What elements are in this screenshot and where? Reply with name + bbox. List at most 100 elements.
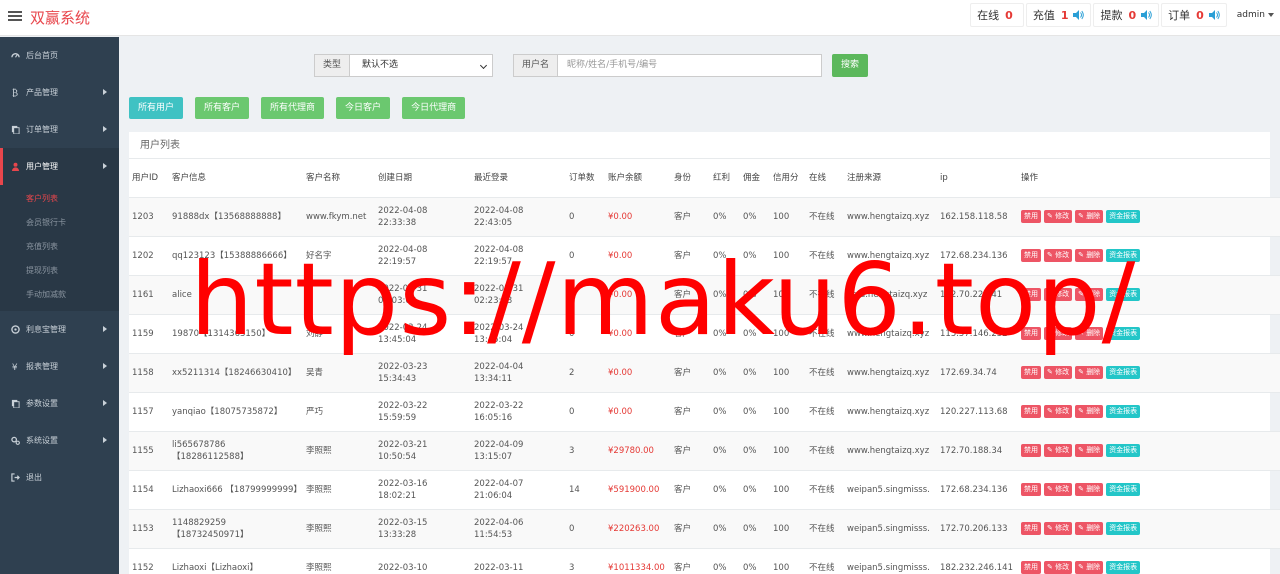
- action-label: 禁用: [1024, 251, 1038, 259]
- fund-report-button[interactable]: 资金报表: [1106, 210, 1141, 223]
- cell-created: 2022-03-23 15:34:43: [375, 353, 471, 393]
- filter-all-users-button[interactable]: 所有用户: [129, 97, 184, 119]
- sidebar-item-interest[interactable]: 利息宝管理: [0, 311, 119, 348]
- table-row: 1152 Lizhaoxi【Lizhaoxi】 李照熙 2022-03-10 2022-…: [129, 548, 1280, 574]
- fund-report-button[interactable]: 资金报表: [1106, 522, 1141, 535]
- cell-orders: 3: [566, 548, 605, 574]
- search-form: 类型 默认不选 用户名 昵称/姓名/手机号/编号 搜索: [314, 54, 869, 77]
- edit-button[interactable]: ✎ 修改: [1044, 483, 1073, 496]
- delete-button[interactable]: ✎ 删除: [1075, 288, 1104, 301]
- submenu-recharge-list[interactable]: 充值列表: [0, 235, 119, 259]
- filter-all-customers-button[interactable]: 所有客户: [195, 97, 250, 119]
- delete-button[interactable]: ✎ 删除: [1075, 210, 1104, 223]
- delete-button[interactable]: ✎ 删除: [1075, 483, 1104, 496]
- sidebar-item-logout[interactable]: 退出: [0, 459, 119, 496]
- submenu-customer-list[interactable]: 客户列表: [0, 187, 119, 211]
- top-header: 双赢系统 在线 0 充值 1 提款 0 订单 0 admin: [0, 0, 1280, 36]
- disable-button[interactable]: 禁用: [1021, 561, 1041, 574]
- fund-report-button[interactable]: 资金报表: [1106, 483, 1141, 496]
- fund-report-button[interactable]: 资金报表: [1106, 405, 1141, 418]
- cell-actions: 禁用 ✎ 修改 ✎ 删除 资金报表: [1018, 509, 1280, 549]
- cell-name: 李照熙: [303, 470, 375, 510]
- admin-menu[interactable]: admin: [1237, 10, 1274, 20]
- type-select[interactable]: 默认不选: [350, 54, 494, 77]
- stat-value: 0: [1196, 8, 1204, 22]
- sidebar-item-reports[interactable]: ¥ 报表管理: [0, 348, 119, 385]
- fund-report-button[interactable]: 资金报表: [1106, 561, 1141, 574]
- cell-login: 2022-04-08 22:43:05: [471, 197, 566, 237]
- chevron-right-icon: [103, 126, 107, 132]
- sidebar-item-orders[interactable]: 订单管理: [0, 111, 119, 148]
- disable-button[interactable]: 禁用: [1021, 366, 1041, 379]
- delete-button[interactable]: ✎ 删除: [1075, 522, 1104, 535]
- cell-credit: 100: [770, 197, 806, 237]
- cell-id: 1152: [129, 548, 169, 574]
- sidebar-item-products[interactable]: ₿ 产品管理: [0, 74, 119, 111]
- delete-button[interactable]: ✎ 删除: [1075, 444, 1104, 457]
- username-search-input[interactable]: 昵称/姓名/手机号/编号: [558, 54, 823, 77]
- filter-today-customers-button[interactable]: 今日客户: [336, 97, 391, 119]
- edit-button[interactable]: ✎ 修改: [1044, 444, 1073, 457]
- submenu-manual-adjust[interactable]: 手动加减款: [0, 283, 119, 307]
- fund-report-button[interactable]: 资金报表: [1106, 249, 1141, 262]
- delete-button[interactable]: ✎ 删除: [1075, 405, 1104, 418]
- filter-all-agents-button[interactable]: 所有代理商: [261, 97, 325, 119]
- edit-button[interactable]: ✎ 修改: [1044, 405, 1073, 418]
- disable-button[interactable]: 禁用: [1021, 210, 1041, 223]
- user-table: 用户ID 客户信息 客户名称 创建日期 最近登录 订单数 账户余额 身份 红利 佣金 信用分 在线 注册…: [129, 159, 1280, 574]
- stat-online[interactable]: 在线 0: [970, 3, 1024, 27]
- edit-button[interactable]: ✎ 修改: [1044, 327, 1073, 340]
- fund-report-button[interactable]: 资金报表: [1106, 366, 1141, 379]
- disable-button[interactable]: 禁用: [1021, 327, 1041, 340]
- cell-balance: ¥591900.00: [605, 470, 671, 510]
- disable-button[interactable]: 禁用: [1021, 405, 1041, 418]
- cell-name: www.fkym.net: [303, 197, 375, 237]
- search-button[interactable]: 搜索: [832, 54, 869, 77]
- filter-today-agents-button[interactable]: 今日代理商: [402, 97, 466, 119]
- delete-button[interactable]: ✎ 删除: [1075, 366, 1104, 379]
- edit-button[interactable]: ✎ 修改: [1044, 288, 1073, 301]
- cell-login: 2022-03-24 13:45:04: [471, 314, 566, 354]
- disable-button[interactable]: 禁用: [1021, 249, 1041, 262]
- fund-report-button[interactable]: 资金报表: [1106, 327, 1141, 340]
- action-label: 删除: [1086, 212, 1101, 220]
- edit-button[interactable]: ✎ 修改: [1044, 561, 1073, 574]
- edit-button[interactable]: ✎ 修改: [1044, 210, 1073, 223]
- delete-button[interactable]: ✎ 删除: [1075, 249, 1104, 262]
- submenu-withdraw-list[interactable]: 提现列表: [0, 259, 119, 283]
- stat-withdraw[interactable]: 提款 0: [1093, 3, 1160, 27]
- edit-button[interactable]: ✎ 修改: [1044, 366, 1073, 379]
- disable-button[interactable]: 禁用: [1021, 522, 1041, 535]
- action-label: 禁用: [1024, 485, 1038, 493]
- delete-button[interactable]: ✎ 删除: [1075, 327, 1104, 340]
- cell-source: kefu.hengtaizq.xyz: [844, 275, 937, 315]
- fund-report-button[interactable]: 资金报表: [1106, 288, 1141, 301]
- edit-button[interactable]: ✎ 修改: [1044, 249, 1073, 262]
- disable-button[interactable]: 禁用: [1021, 444, 1041, 457]
- speaker-icon[interactable]: [1208, 9, 1220, 21]
- yen-icon: ¥: [12, 363, 18, 371]
- submenu-bank-cards[interactable]: 会员银行卡: [0, 211, 119, 235]
- delete-button[interactable]: ✎ 删除: [1075, 561, 1104, 574]
- sidebar-item-label: 利息宝管理: [26, 325, 66, 334]
- sidebar-item-system[interactable]: 系统设置: [0, 422, 119, 459]
- speaker-icon[interactable]: [1072, 9, 1085, 21]
- cell-source: weipan5.singmisss.: [844, 509, 937, 549]
- edit-button[interactable]: ✎ 修改: [1044, 522, 1073, 535]
- cell-orders: 3: [566, 431, 605, 471]
- trash-icon: ✎: [1078, 212, 1087, 220]
- cell-bonus: 0%: [710, 392, 740, 432]
- table-row: 1161 alice 2022-03-31 02:03:08 2022-03-31 0…: [129, 275, 1280, 315]
- stat-value: 0: [1128, 8, 1137, 22]
- sidebar-item-params[interactable]: 参数设置: [0, 385, 119, 422]
- disable-button[interactable]: 禁用: [1021, 483, 1041, 496]
- stat-orders[interactable]: 订单 0: [1161, 3, 1227, 27]
- speaker-icon[interactable]: [1140, 9, 1152, 21]
- disable-button[interactable]: 禁用: [1021, 288, 1041, 301]
- sidebar-item-users[interactable]: 用户管理: [0, 148, 119, 185]
- action-label: 修改: [1055, 563, 1070, 571]
- menu-toggle-icon[interactable]: [8, 9, 22, 25]
- fund-report-button[interactable]: 资金报表: [1106, 444, 1141, 457]
- sidebar-item-dashboard[interactable]: 后台首页: [0, 37, 119, 74]
- stat-recharge[interactable]: 充值 1: [1025, 3, 1092, 27]
